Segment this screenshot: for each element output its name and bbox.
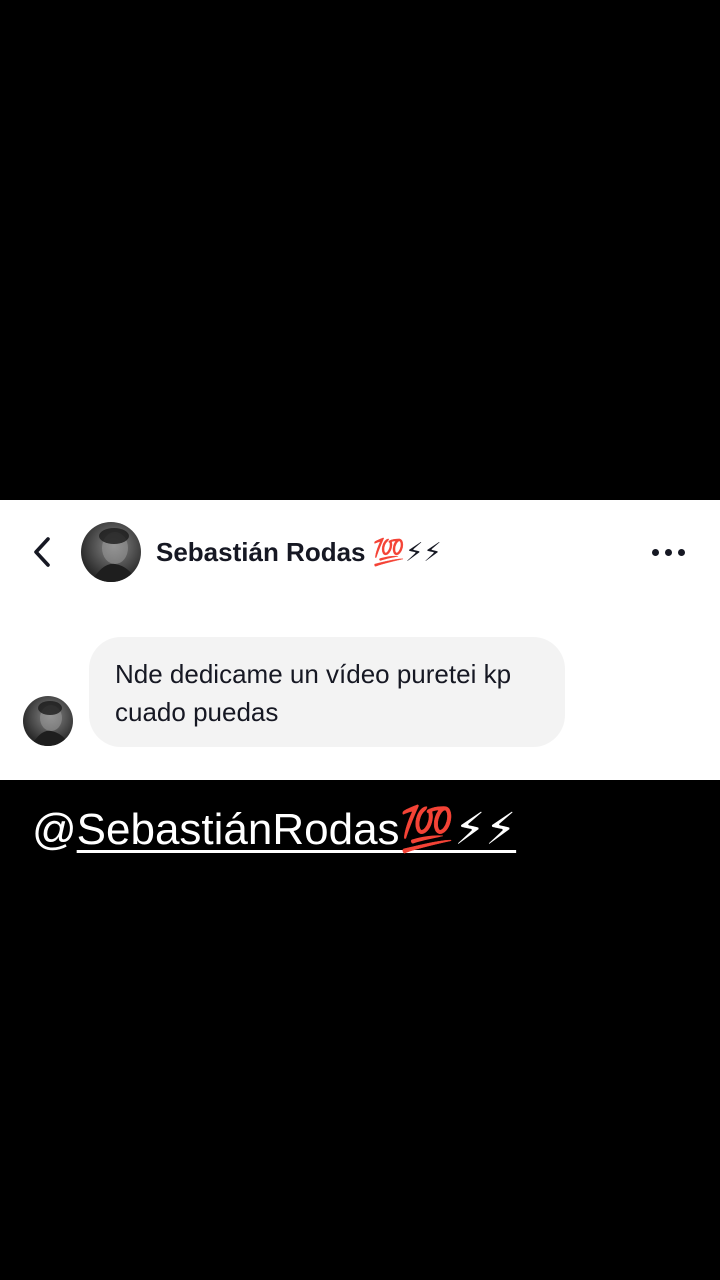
mention-link[interactable]: SebastiánRodas💯⚡⚡ [77,805,516,854]
back-button[interactable] [22,530,62,574]
contact-avatar[interactable] [81,522,141,582]
message-sender-avatar[interactable] [23,696,73,746]
chevron-left-icon [34,537,50,567]
chat-header: Sebastián Rodas 💯⚡⚡ [0,500,720,604]
video-frame: Sebastián Rodas 💯⚡⚡ Nde dedicame un víde… [0,0,720,1280]
more-options-button[interactable] [644,534,692,570]
mention-at-sign: @ [32,805,77,854]
video-caption: @SebastiánRodas💯⚡⚡ [32,800,516,860]
message-bubble[interactable]: Nde dedicame un vídeo puretei kp cuado p… [89,637,565,747]
dm-screenshot-card: Sebastián Rodas 💯⚡⚡ Nde dedicame un víde… [0,500,720,780]
contact-name[interactable]: Sebastián Rodas 💯⚡⚡ [156,534,442,570]
more-horizontal-icon [651,548,659,556]
